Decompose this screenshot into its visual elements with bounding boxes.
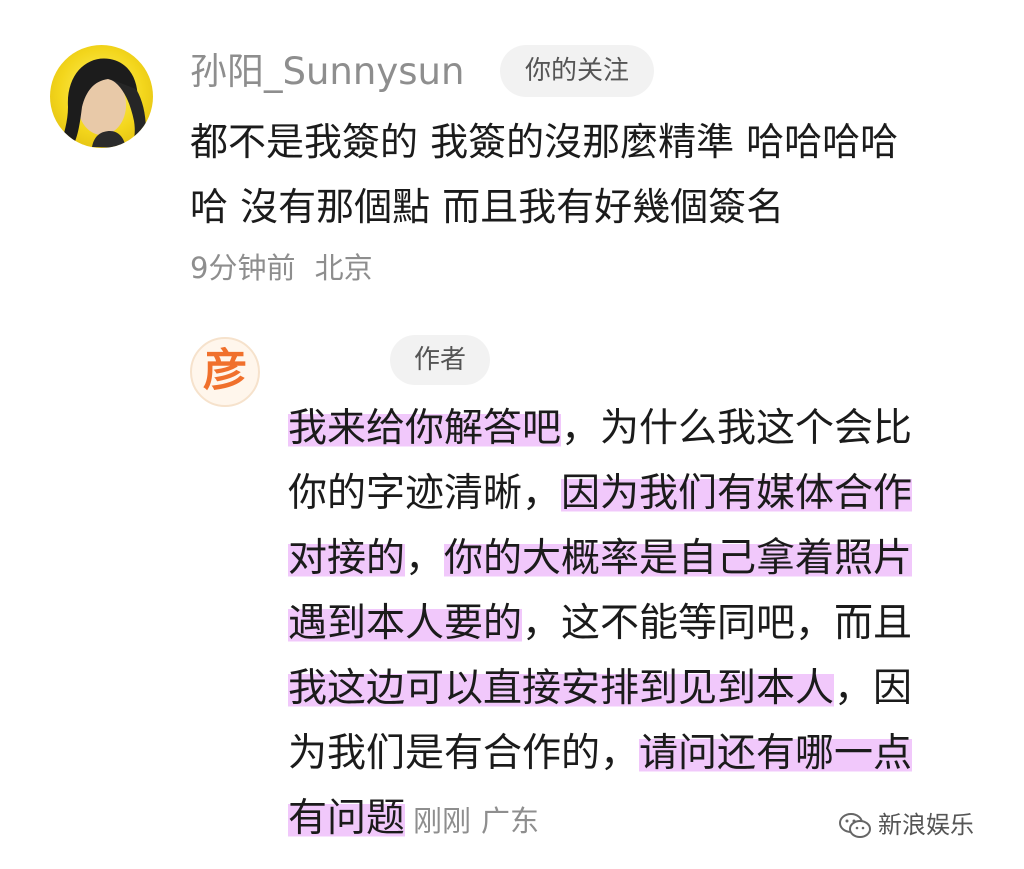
reply-line: 我来给你解答吧，为什么我这个会比: [288, 396, 988, 461]
reply-body: 我来给你解答吧，为什么我这个会比 你的字迹清晰，因为我们有媒体合作 对接的，你的…: [288, 396, 988, 854]
reply-text-segment: ，: [405, 536, 445, 581]
comment-location: 北京: [314, 251, 373, 285]
comment-time: 9分钟前: [190, 251, 296, 285]
reply-avatar[interactable]: 彦: [190, 337, 260, 407]
reply-line: 遇到本人要的，这不能等同吧，而且: [288, 591, 988, 656]
comment-line: 都不是我簽的 我簽的沒那麼精準 哈哈哈哈: [190, 120, 899, 164]
avatar-portrait-icon: [60, 58, 146, 148]
highlighted-text: 因为我们有媒体合作: [561, 471, 913, 516]
reply-line: 对接的，你的大概率是自己拿着照片: [288, 526, 988, 591]
reply-location: 广东: [481, 804, 540, 838]
highlighted-text: 请问还有哪一点: [639, 731, 913, 776]
reply-meta: 刚刚 广东: [413, 804, 539, 838]
reply-line: 你的字迹清晰，因为我们有媒体合作: [288, 461, 988, 526]
reply-line: 为我们是有合作的，请问还有哪一点: [288, 721, 988, 786]
comment-line: 哈 沒有那個點 而且我有好幾個簽名: [190, 185, 785, 229]
reply-text-segment: 你的字迹清晰，: [288, 471, 562, 516]
highlighted-text: 我来给你解答吧: [288, 406, 562, 451]
reply-text-segment: ，这不能等同吧，而且: [522, 601, 913, 646]
highlighted-text: 遇到本人要的: [288, 601, 523, 646]
author-badge: 作者: [390, 335, 490, 385]
highlighted-text: 我这边可以直接安排到见到本人: [288, 666, 835, 711]
reply-time: 刚刚: [413, 804, 472, 838]
user-avatar[interactable]: [50, 45, 153, 148]
highlighted-text: 对接的: [288, 536, 406, 581]
comment-meta: 9分钟前 北京: [190, 248, 373, 288]
watermark-text: 新浪娱乐: [878, 811, 974, 839]
highlighted-text: 有问题: [288, 796, 406, 841]
reply-text-segment: 为我们是有合作的，: [288, 731, 640, 776]
reply-text-segment: ，因: [834, 666, 913, 711]
comment-body: 都不是我簽的 我簽的沒那麼精準 哈哈哈哈 哈 沒有那個點 而且我有好幾個簽名: [190, 110, 990, 240]
highlighted-text: 你的大概率是自己拿着照片: [444, 536, 913, 581]
comment-username[interactable]: 孙阳_Sunnysun: [190, 48, 464, 96]
reply-line: 我这边可以直接安排到见到本人，因: [288, 656, 988, 721]
reply-text-segment: ，为什么我这个会比: [561, 406, 913, 451]
reply-avatar-char: 彦: [203, 345, 247, 396]
watermark: 新浪娱乐: [838, 808, 974, 842]
wechat-icon: [839, 813, 871, 838]
follow-status-badge: 你的关注: [500, 45, 654, 97]
